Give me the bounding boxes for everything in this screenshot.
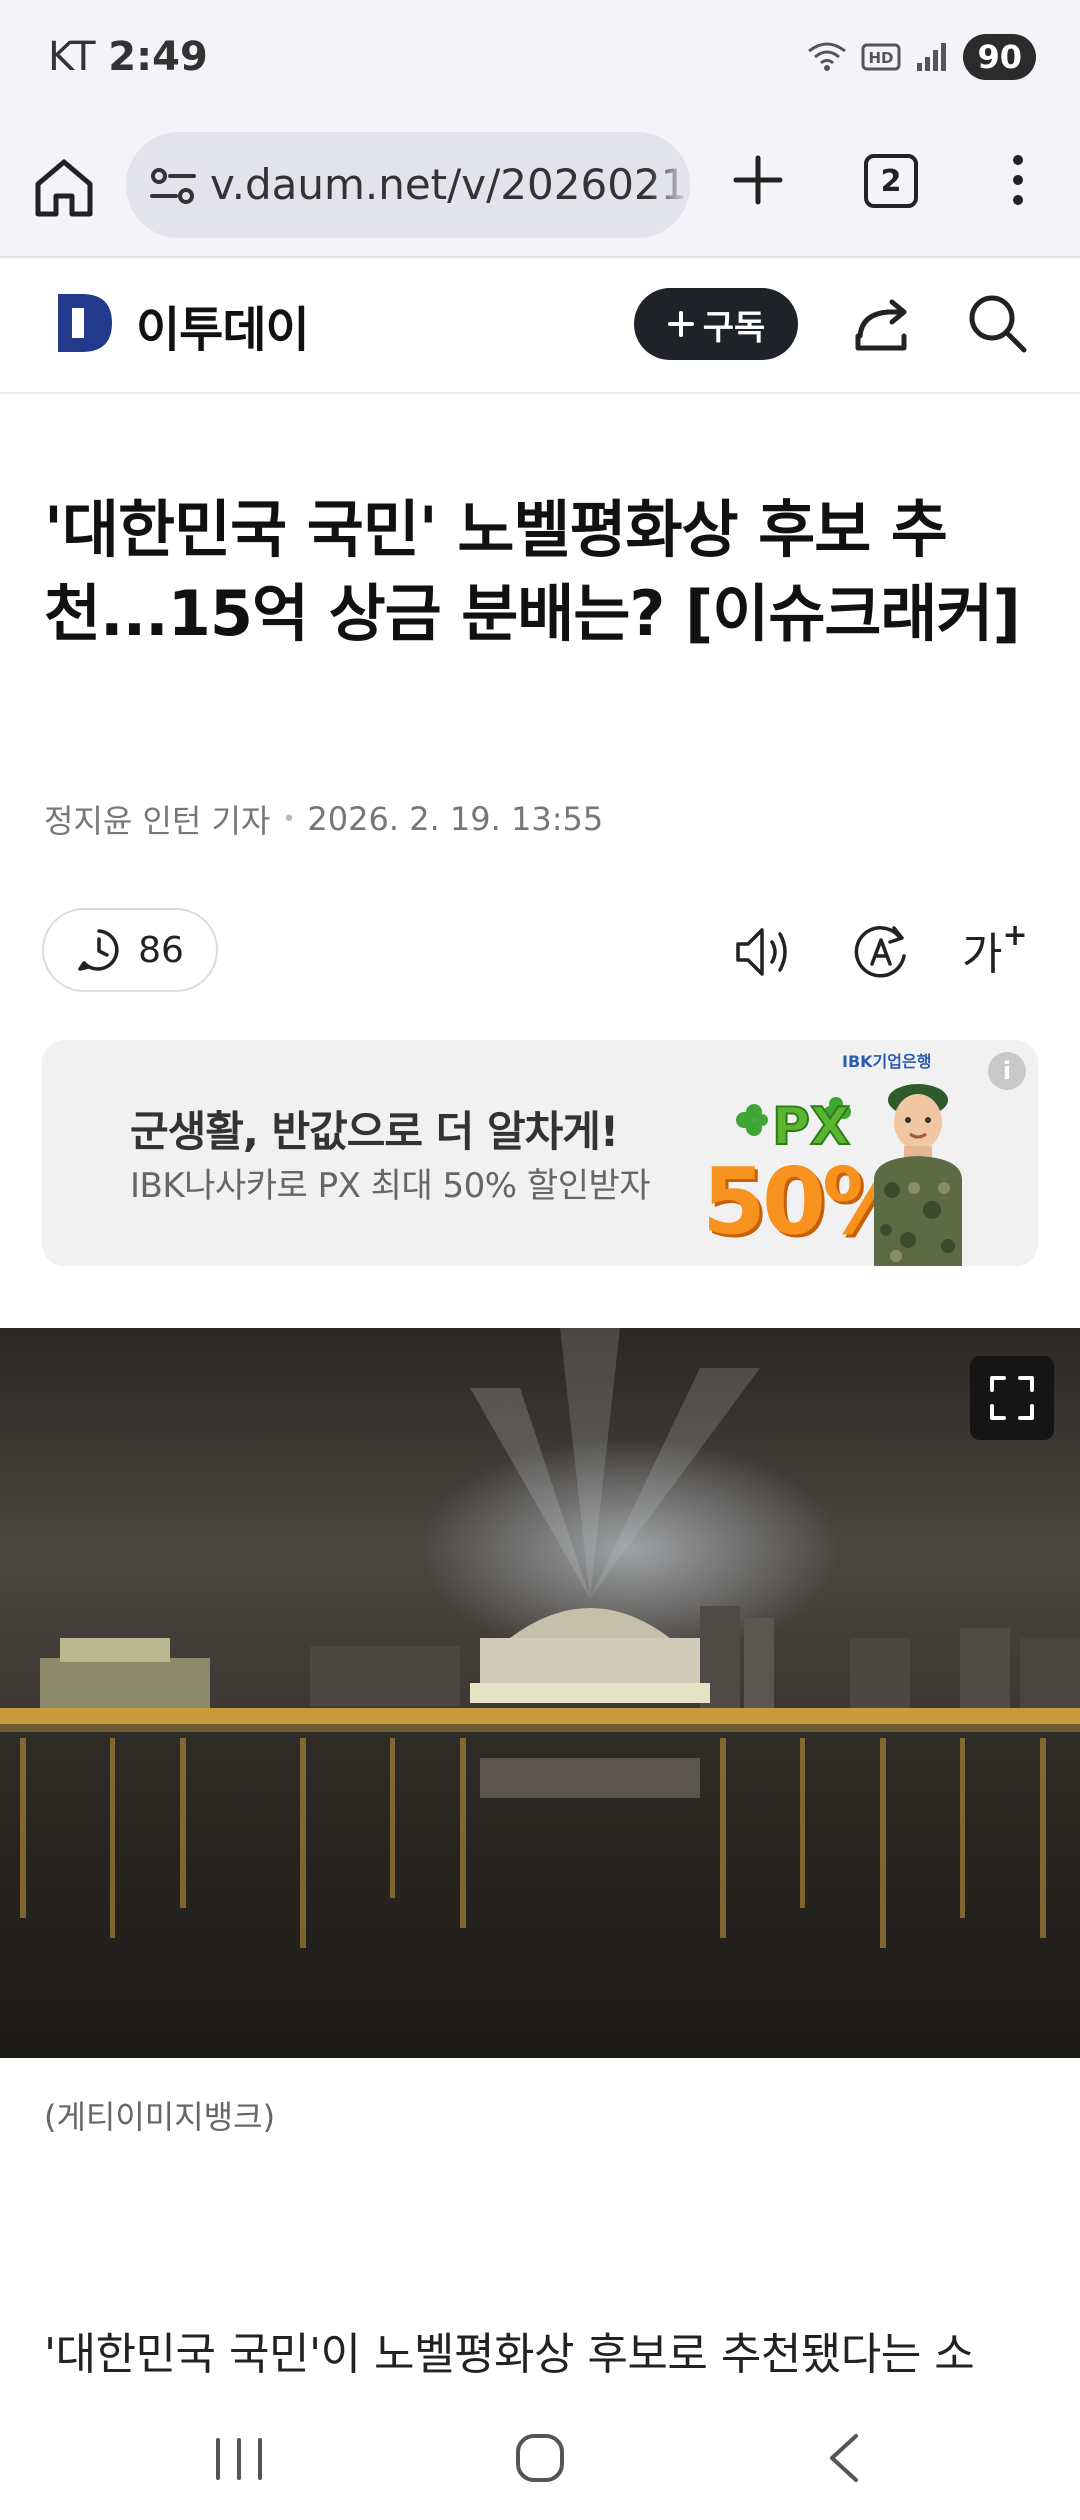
search-icon[interactable] [964,290,1030,356]
home-nav-icon[interactable] [510,2428,570,2488]
photo-caption: (게티이미지뱅크) [44,2098,276,2136]
translate-icon[interactable] [850,920,912,982]
site-name[interactable]: 이투데이 [136,290,310,360]
article-byline: 정지윤 인턴 기자 • 2026. 2. 19. 13:55 [44,796,603,842]
reporter-name[interactable]: 정지윤 인턴 기자 [44,796,270,842]
signal-icon [917,43,947,71]
status-icons: HD 90 [807,34,1036,80]
new-tab-icon[interactable] [726,148,790,212]
ad-title: 군생활, 반값으로 더 알차게! [130,1107,619,1156]
carrier-label: KT [48,34,96,80]
ad-brand: IBK기업은행 [842,1052,932,1071]
browser-toolbar: v.daum.net/v/2026021913 2 [0,118,1080,258]
font-size-label: 가 [962,929,1003,980]
article-body-text: '대한민국 국민'이 노벨평화상 후보로 추천됐다는 소 [44,2329,975,2380]
home-icon[interactable] [30,154,98,222]
url-fade [650,132,690,238]
wifi-icon [808,42,847,71]
plus-icon [667,311,694,337]
comment-count: 86 [138,929,184,971]
soldier-illustration [874,1084,962,1266]
battery-indicator: 90 [963,34,1036,80]
night-skyline-photo [0,1328,1080,2058]
more-menu-icon[interactable] [998,148,1038,212]
site-header: 이투데이 구독 [0,258,1080,394]
ad-info-icon[interactable]: i [988,1052,1026,1090]
hd-voice-icon: HD [861,43,901,71]
site-settings-icon[interactable] [150,166,196,206]
comment-button[interactable]: 86 [42,908,218,992]
status-bar: KT 2:49 HD 90 [0,0,1080,118]
address-bar[interactable]: v.daum.net/v/2026021913 [126,132,690,238]
publish-datetime: 2026. 2. 19. 13:55 [307,800,604,838]
subscribe-button[interactable]: 구독 [634,288,798,360]
site-logo-icon[interactable] [54,290,116,356]
article-title: '대한민국 국민' 노벨평화상 후보 추천...15억 상금 분배는? [이슈크… [44,493,1021,650]
comment-icon [78,929,119,971]
fullscreen-button[interactable] [970,1356,1054,1440]
ad-subtitle: IBK나사카로 PX 최대 50% 할인받자 [130,1166,651,1206]
subscribe-label: 구독 [702,307,766,348]
font-size-button[interactable]: 가+ [962,918,1032,982]
font-size-plus-icon: + [1002,918,1028,954]
share-icon[interactable] [848,292,914,358]
back-nav-icon[interactable] [818,2430,870,2486]
url-text[interactable]: v.daum.net/v/2026021913 [210,160,690,209]
fullscreen-icon [990,1376,1034,1420]
text-to-speech-icon[interactable] [732,922,794,982]
tab-switcher-button[interactable]: 2 [864,154,918,208]
article-photo[interactable] [0,1328,1080,2058]
byline-separator: • [282,806,296,832]
ad-banner[interactable]: 군생활, 반값으로 더 알차게! IBK나사카로 PX 최대 50% 할인받자 … [42,1040,1038,1266]
recent-apps-icon[interactable] [208,2436,270,2482]
system-nav-bar [0,2396,1080,2520]
svg-text:HD: HD [869,49,894,67]
status-time-group: KT 2:49 [48,34,208,80]
clock: 2:49 [108,34,208,80]
